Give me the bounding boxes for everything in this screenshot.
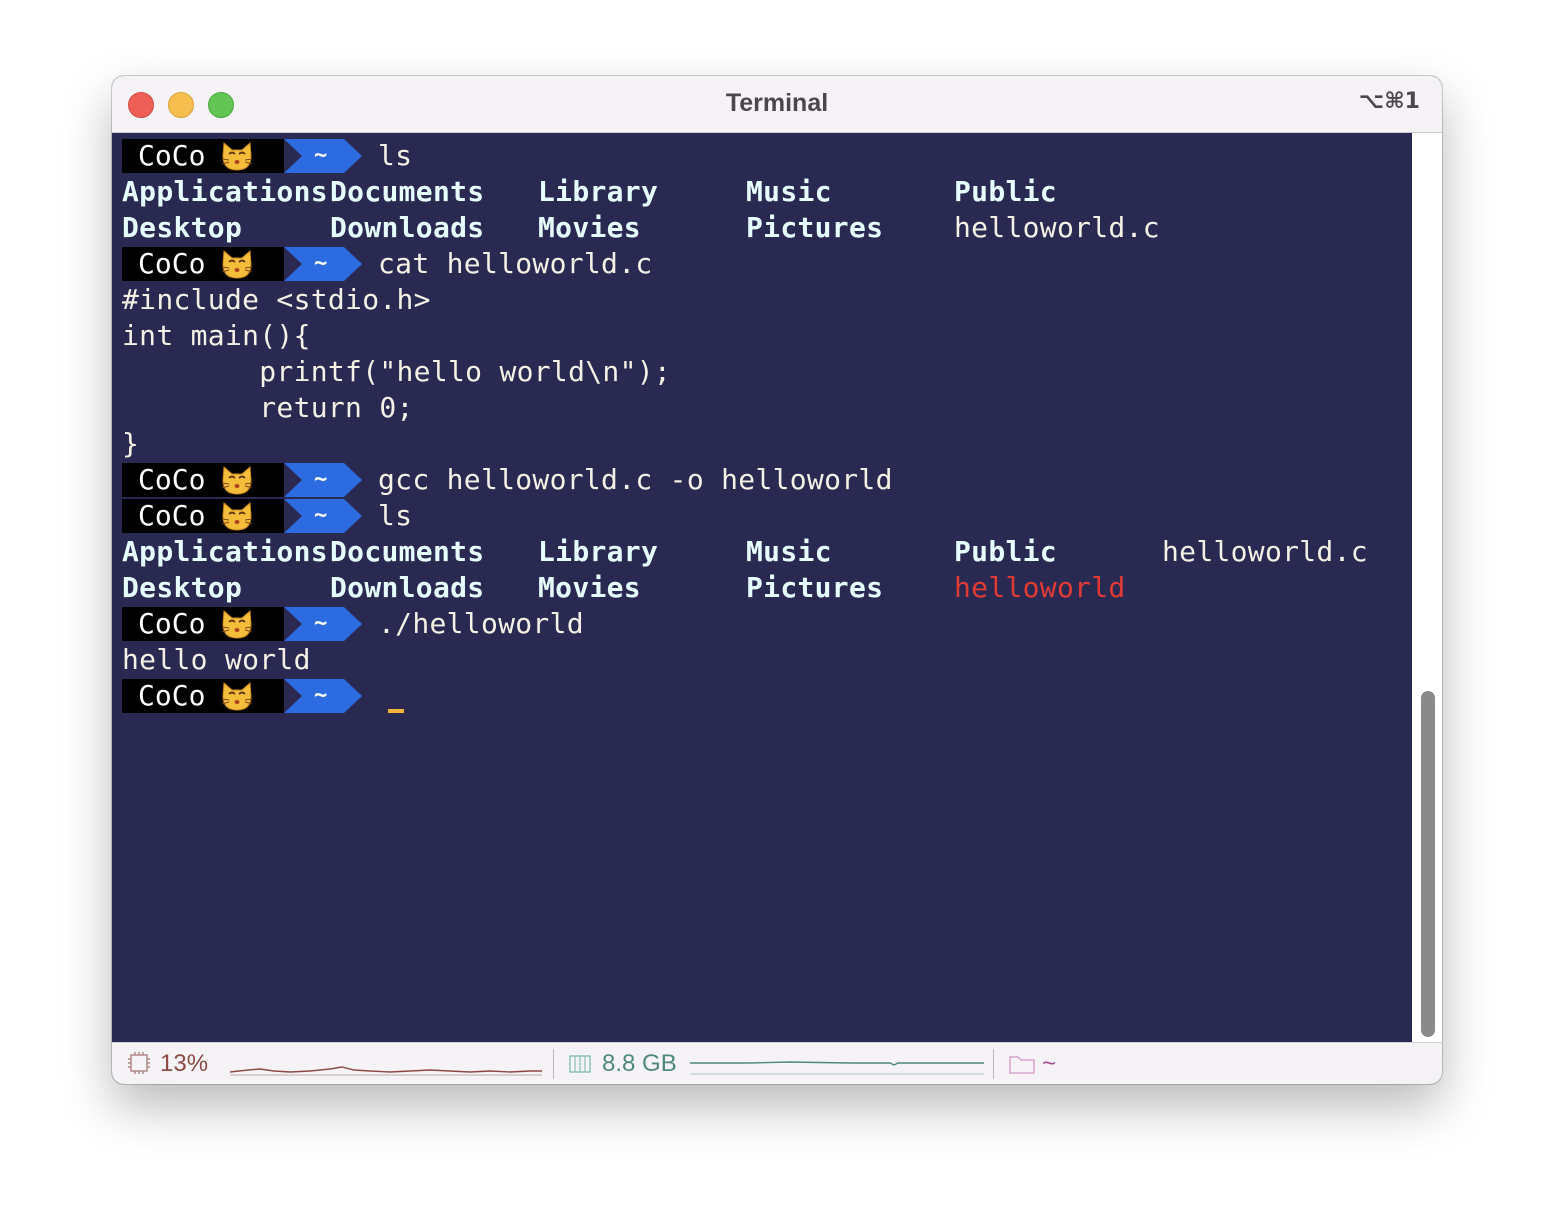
prompt-user-segment: CoCo (122, 139, 284, 173)
kissing-cat-icon (221, 681, 253, 711)
window-title: Terminal (725, 89, 829, 117)
prompt-user: CoCo (138, 499, 206, 532)
code-line: printf("hello world\n"); (122, 355, 672, 388)
prompt-user-segment: CoCo (122, 463, 284, 497)
title-bar[interactable]: Terminal ⌥⌘1 (112, 76, 1442, 133)
prompt-dir: ~ (314, 143, 328, 168)
status-separator (993, 1049, 994, 1079)
ls-entry: Public (954, 175, 1057, 208)
prompt-user-segment: CoCo (122, 499, 284, 533)
kissing-cat-icon (221, 609, 253, 639)
prompt-dir-segment: ~ (284, 139, 362, 173)
ls-entry: Library (538, 175, 659, 208)
ls-output-row: Desktop Downloads Movies Pictures hellow… (122, 210, 1412, 246)
prompt-user-segment: CoCo (122, 679, 284, 713)
prompt-dir-segment: ~ (284, 463, 362, 497)
ls-entry: Public (954, 535, 1057, 568)
command-text: gcc helloworld.c -o helloworld (378, 463, 893, 496)
ls-entry: Downloads (330, 571, 485, 604)
memory-graph (690, 1061, 984, 1075)
prompt: CoCo ~ ls (122, 498, 412, 534)
prompt-dir-segment: ~ (284, 679, 362, 713)
ls-entry: Music (746, 175, 832, 208)
ls-output-row: Applications Documents Library Music Pub… (122, 174, 1412, 210)
prompt: CoCo ~ ./helloworld (122, 606, 584, 642)
ls-entry: Music (746, 535, 832, 568)
ls-entry: Downloads (330, 211, 485, 244)
ls-output-row: Applications Documents Library Music Pub… (122, 534, 1412, 570)
prompt-dir-segment: ~ (284, 499, 362, 533)
active-prompt[interactable]: CoCo ~ (122, 678, 404, 714)
command-text: ls (378, 139, 413, 172)
text-cursor (388, 709, 404, 713)
current-directory: ~ (1042, 1050, 1057, 1077)
kissing-cat-icon (221, 465, 253, 495)
ls-entry: Pictures (746, 211, 884, 244)
memory-usage: 8.8 GB (602, 1050, 677, 1077)
prompt-dir-segment: ~ (284, 247, 362, 281)
prompt-dir-segment: ~ (284, 607, 362, 641)
prompt-dir: ~ (314, 683, 328, 708)
code-line: int main(){ (122, 319, 311, 352)
prompt-user: CoCo (138, 679, 206, 712)
prompt-dir: ~ (314, 467, 328, 492)
prompt-dir: ~ (314, 503, 328, 528)
terminal-content[interactable]: CoCo ~ ls Applications Documents Library… (112, 133, 1412, 1042)
prompt: CoCo ~ ls (122, 138, 412, 174)
ls-entry: Movies (538, 211, 641, 244)
status-separator (553, 1049, 554, 1079)
ls-entry: helloworld.c (1162, 535, 1368, 568)
ls-entry: Applications (122, 535, 328, 568)
status-bar: 13% 8.8 GB ~ (112, 1042, 1442, 1084)
prompt-dir: ~ (314, 611, 328, 636)
kissing-cat-icon (221, 141, 253, 171)
prompt-user: CoCo (138, 247, 206, 280)
ls-entry: Documents (330, 175, 485, 208)
kissing-cat-icon (221, 249, 253, 279)
kissing-cat-icon (221, 501, 253, 531)
prompt-user-segment: CoCo (122, 247, 284, 281)
folder-icon (1009, 1056, 1035, 1074)
cpu-usage: 13% (160, 1050, 209, 1077)
code-line: } (122, 427, 140, 460)
scrollbar[interactable] (1412, 133, 1442, 1042)
prompt-user-segment: CoCo (122, 607, 284, 641)
program-output: hello world (122, 643, 311, 676)
cpu-graph (230, 1066, 542, 1076)
cpu-icon (128, 1052, 150, 1074)
ls-entry: Pictures (746, 571, 884, 604)
code-line: #include <stdio.h> (122, 283, 431, 316)
prompt: CoCo ~ cat helloworld.c (122, 246, 652, 282)
scrollbar-thumb[interactable] (1421, 691, 1435, 1037)
code-line: return 0; (122, 391, 414, 424)
memory-icon (569, 1055, 591, 1073)
prompt-user: CoCo (138, 463, 206, 496)
prompt-user: CoCo (138, 139, 206, 172)
ls-entry: Movies (538, 571, 641, 604)
ls-entry: Desktop (122, 571, 243, 604)
prompt-dir: ~ (314, 251, 328, 276)
ls-entry: helloworld.c (954, 211, 1160, 244)
command-text: ./helloworld (378, 607, 584, 640)
ls-entry: Library (538, 535, 659, 568)
ls-entry-executable: helloworld (954, 571, 1126, 604)
command-text: cat helloworld.c (378, 247, 653, 280)
command-text: ls (378, 499, 413, 532)
window-shortcut: ⌥⌘1 (1358, 89, 1420, 114)
ls-output-row: Desktop Downloads Movies Pictures hellow… (122, 570, 1412, 606)
ls-entry: Desktop (122, 211, 243, 244)
ls-entry: Documents (330, 535, 485, 568)
prompt-user: CoCo (138, 607, 206, 640)
terminal-window: Terminal ⌥⌘1 CoCo ~ ls Applications Docu… (112, 76, 1442, 1084)
prompt: CoCo ~ gcc helloworld.c -o helloworld (122, 462, 892, 498)
ls-entry: Applications (122, 175, 328, 208)
